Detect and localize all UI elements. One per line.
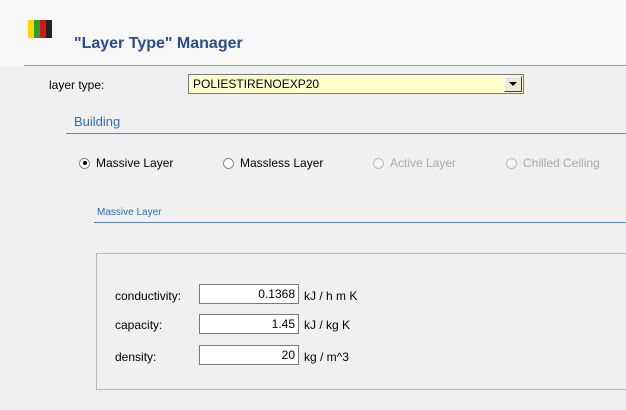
density-input[interactable]: 20 [199,345,299,365]
radio-massive-layer[interactable]: Massive Layer [79,155,173,171]
capacity-input[interactable]: 1.45 [199,314,299,334]
conductivity-unit: kJ / h m K [304,289,358,303]
radio-label: Massless Layer [240,156,324,170]
header-divider [24,65,626,66]
layer-type-label: layer type: [49,78,105,92]
manager-header [0,0,626,66]
dropdown-button[interactable] [504,76,522,92]
massive-layer-section-title: Massive Layer [97,207,162,218]
capacity-unit: kJ / kg K [304,318,351,332]
radio-label: Massive Layer [96,156,174,170]
building-section-title: Building [74,114,121,129]
massive-layer-properties-panel [96,253,626,390]
density-unit: kg / m^3 [304,350,349,364]
radio-massless-layer[interactable]: Massless Layer [223,155,323,171]
density-label: density: [115,350,157,364]
massive-layer-divider [94,222,626,223]
conductivity-label: conductivity: [115,289,182,303]
radio-checked-icon[interactable] [79,157,90,169]
radio-unchecked-icon[interactable] [223,157,234,169]
layer-type-logo-icon [28,20,52,38]
radio-chilled-ceiling: Chilled Ceiling [506,155,600,171]
radio-active-layer: Active Layer [373,155,456,171]
conductivity-input[interactable]: 0.1368 [199,284,299,304]
chevron-down-icon [509,82,517,86]
capacity-label: capacity: [115,318,163,332]
radio-disabled-icon [506,157,517,169]
page-title: "Layer Type" Manager [74,35,243,52]
layer-type-select[interactable]: POLIESTIRENOEXP20 [188,74,524,94]
layer-type-selected-value: POLIESTIRENOEXP20 [193,77,320,91]
radio-disabled-icon [373,157,384,169]
building-divider [66,133,626,134]
radio-label: Active Layer [390,156,457,170]
radio-label: Chilled Ceiling [523,156,600,170]
